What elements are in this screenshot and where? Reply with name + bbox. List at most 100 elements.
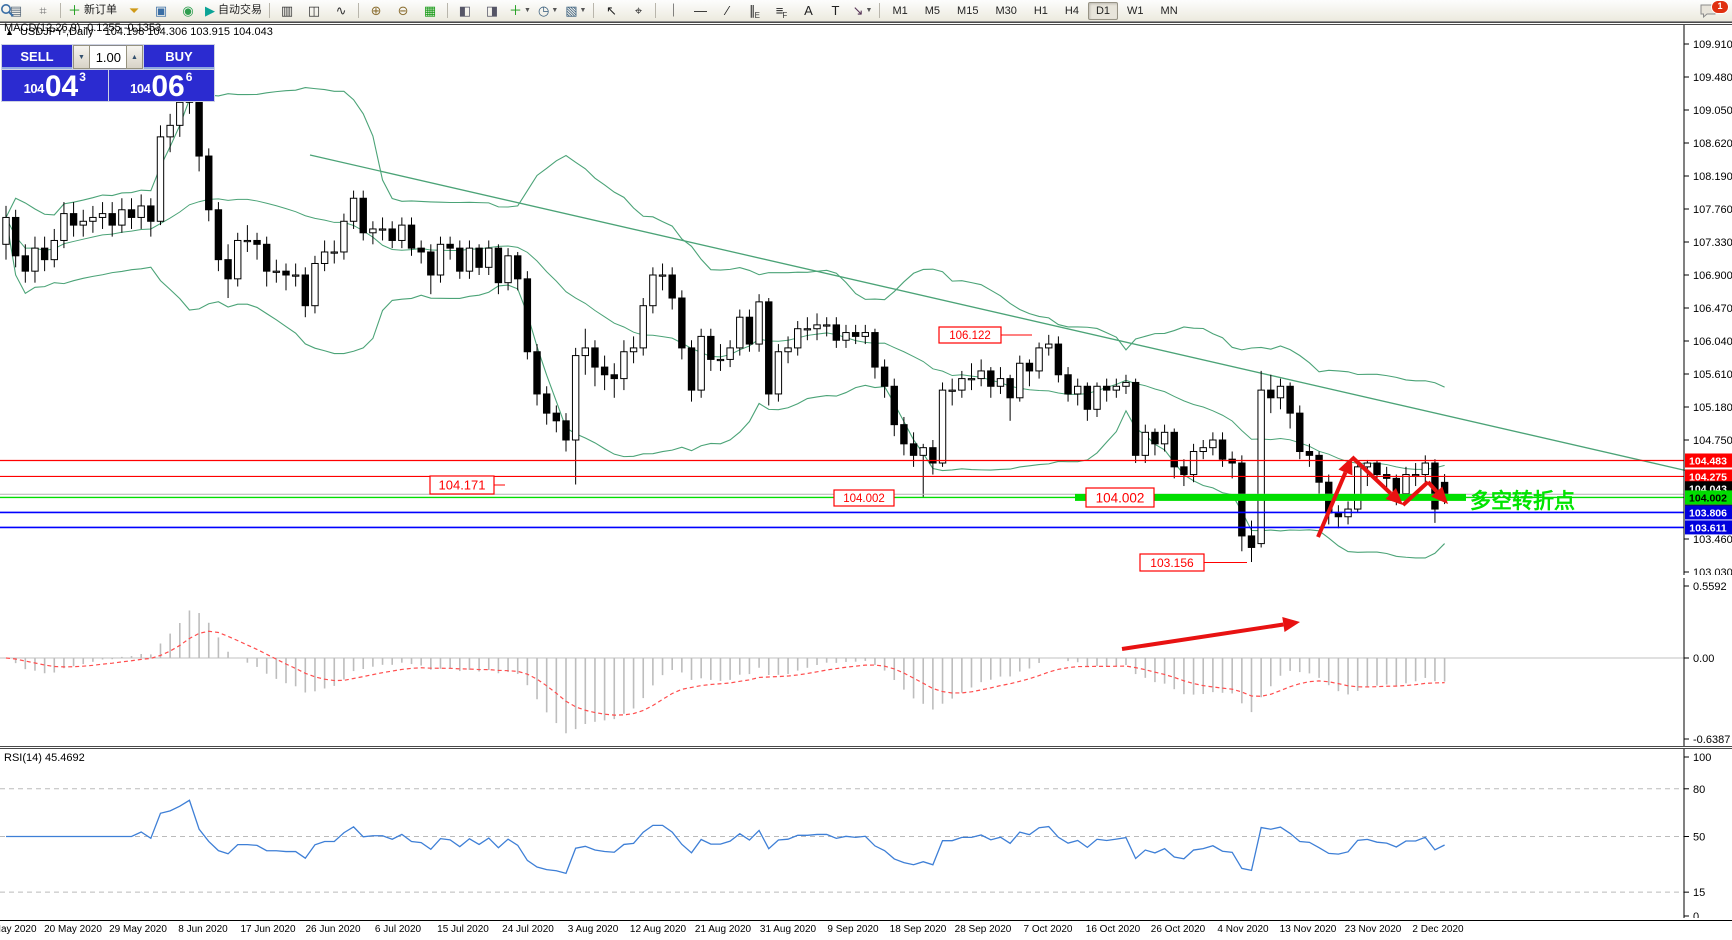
- candle: [399, 225, 405, 240]
- toolbar-separator: [60, 3, 61, 18]
- sell-price-prefix: 104: [24, 81, 44, 96]
- candle: [669, 275, 675, 298]
- price-tick-label: 103.030: [1693, 567, 1732, 575]
- arrows-icon[interactable]: ↘▼: [849, 1, 875, 21]
- candle: [708, 336, 714, 359]
- candle: [235, 240, 241, 278]
- buy-price-display[interactable]: 104 06 6: [109, 70, 215, 101]
- descending-trendline[interactable]: [310, 155, 1692, 472]
- candle: [119, 210, 125, 225]
- candle: [1142, 432, 1148, 455]
- crosshair-icon[interactable]: ⌖: [625, 1, 651, 21]
- new-order-icon[interactable]: ＋新订单: [65, 1, 120, 21]
- price-tick-label: 107.760: [1693, 204, 1732, 216]
- turning-point-note[interactable]: 多空转折点: [1470, 489, 1575, 513]
- candle: [823, 325, 829, 326]
- time-axis[interactable]: 11 May 202020 May 202029 May 20208 Jun 2…: [0, 920, 1732, 940]
- timeframe-m15[interactable]: M15: [949, 2, 986, 20]
- buy-price-sup: 6: [186, 70, 193, 84]
- timeframe-m5[interactable]: M5: [917, 2, 948, 20]
- date-tick-label: 24 Jul 2020: [502, 924, 554, 935]
- price-badge: 104.483: [1689, 455, 1727, 467]
- trendline-icon[interactable]: ∕: [714, 1, 740, 21]
- candlestick-chart-type-icon[interactable]: ◫: [301, 1, 327, 21]
- price-chart-panel[interactable]: 104.171104.002106.122104.002103.156多空转折点…: [0, 22, 1732, 575]
- date-tick-label: 26 Jun 2020: [305, 924, 360, 935]
- notifications-icon[interactable]: 1: [1699, 2, 1725, 20]
- fibonacci-icon[interactable]: ≡F: [768, 1, 794, 21]
- candle: [891, 386, 897, 424]
- chart-profile-icon[interactable]: ⌗: [30, 1, 56, 21]
- candle: [1248, 536, 1254, 548]
- volume-value[interactable]: 1.00: [90, 45, 126, 69]
- candle: [563, 421, 569, 440]
- panel-separator[interactable]: [0, 746, 1732, 749]
- candle: [746, 317, 752, 344]
- indicators-icon[interactable]: ＋▼: [506, 1, 534, 21]
- horizontal-line-icon[interactable]: —: [687, 1, 713, 21]
- tile-windows-icon[interactable]: ▦: [417, 1, 443, 21]
- candle: [360, 198, 366, 233]
- candle: [727, 348, 733, 360]
- equidistant-channel-icon[interactable]: ∥E: [741, 1, 767, 21]
- panel-separator[interactable]: [0, 22, 1732, 25]
- date-tick-label: 11 May 2020: [0, 924, 37, 935]
- candle: [447, 244, 453, 248]
- notification-badge: 1: [1711, 0, 1729, 14]
- text-icon[interactable]: A: [795, 1, 821, 21]
- sound-alert-icon[interactable]: ◉: [175, 1, 201, 21]
- line-chart-type-icon[interactable]: ∿: [328, 1, 354, 21]
- candle: [515, 256, 521, 279]
- candle: [99, 214, 105, 218]
- timeframe-w1[interactable]: W1: [1119, 2, 1152, 20]
- cursor-icon[interactable]: ↖: [598, 1, 624, 21]
- price-badge: 103.806: [1689, 507, 1727, 519]
- candle: [988, 371, 994, 386]
- price-tick-label: 108.190: [1693, 171, 1732, 183]
- buy-price-prefix: 104: [130, 81, 150, 96]
- rsi-scale-label: 100: [1693, 752, 1711, 764]
- vertical-line-icon[interactable]: ｜: [660, 1, 686, 21]
- date-tick-label: 9 Sep 2020: [827, 924, 878, 935]
- market-watch-icon[interactable]: ▣: [148, 1, 174, 21]
- auto-trading-icon[interactable]: ▶自动交易: [202, 1, 265, 21]
- zoom-out-icon[interactable]: ⊖: [390, 1, 416, 21]
- candle: [389, 229, 395, 241]
- timeframe-mn[interactable]: MN: [1153, 2, 1186, 20]
- rsi-panel[interactable]: 1008050150: [0, 749, 1732, 918]
- candle: [215, 210, 221, 260]
- timeframe-h1[interactable]: H1: [1026, 2, 1056, 20]
- zoom-in-icon[interactable]: ⊕: [363, 1, 389, 21]
- timeframe-m1[interactable]: M1: [884, 2, 915, 20]
- volume-up-button[interactable]: ▲: [126, 45, 143, 69]
- sell-button[interactable]: SELL: [2, 45, 72, 69]
- bar-chart-type-icon[interactable]: ▥: [274, 1, 300, 21]
- date-tick-label: 26 Oct 2020: [1151, 924, 1205, 935]
- macd-panel[interactable]: 0.55920.00-0.6387: [0, 578, 1732, 746]
- sell-price-display[interactable]: 104 04 3: [2, 70, 108, 101]
- timeframe-m30[interactable]: M30: [987, 2, 1024, 20]
- templates-icon[interactable]: ▧▼: [562, 1, 589, 21]
- chart-autoscroll-icon[interactable]: ◨: [479, 1, 505, 21]
- date-tick-label: 2 Dec 2020: [1412, 924, 1463, 935]
- download-center-icon[interactable]: ⏷: [121, 1, 147, 21]
- text-label-icon[interactable]: T: [822, 1, 848, 21]
- candle: [775, 352, 781, 394]
- volume-down-button[interactable]: ▼: [73, 45, 90, 69]
- svg-text:104.171: 104.171: [439, 478, 486, 493]
- candle: [1171, 432, 1177, 467]
- timeframe-d1[interactable]: D1: [1088, 2, 1118, 20]
- candle: [1210, 440, 1216, 448]
- candle: [737, 317, 743, 348]
- candle: [341, 221, 347, 252]
- candle: [630, 348, 636, 352]
- periods-icon[interactable]: ◷▼: [535, 1, 561, 21]
- buy-button[interactable]: BUY: [144, 45, 214, 69]
- toolbar-separator: [593, 3, 594, 18]
- chart-shift-icon[interactable]: ◧: [452, 1, 478, 21]
- date-tick-label: 31 Aug 2020: [760, 924, 816, 935]
- candle: [466, 248, 472, 271]
- timeframe-h4[interactable]: H4: [1057, 2, 1087, 20]
- search-icon[interactable]: [1667, 1, 1693, 21]
- price-tick-label: 105.610: [1693, 369, 1732, 381]
